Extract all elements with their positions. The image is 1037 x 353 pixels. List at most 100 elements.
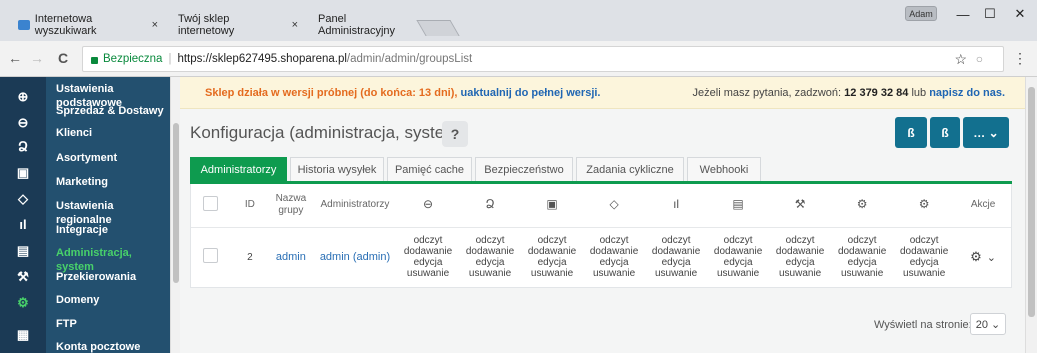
group-name-link[interactable]: admin: [276, 251, 306, 263]
sidebar-item-marketing[interactable]: Marketing: [56, 175, 170, 189]
col-admins: Administratorzy: [312, 184, 398, 228]
sidebar-item-domains[interactable]: Domeny: [56, 293, 170, 307]
permission-cell: odczyt dodawanie edycja usuwanie: [775, 235, 825, 280]
permission-cell: odczyt dodawanie edycja usuwanie: [589, 235, 639, 280]
upgrade-link[interactable]: uaktualnij do pełnej wersji.: [461, 87, 601, 99]
icon-rail: ⊕ ⊖ Ձ ▣ ◇ ıl ▤ ⚒ ⚙ ▦: [0, 77, 46, 353]
admin-link[interactable]: admin (admin): [320, 251, 390, 263]
tab-label: Panel Administracyjny: [318, 12, 396, 37]
col-actions: Akcje: [955, 184, 1011, 228]
url-path: /admin/admin/groupsList: [346, 53, 473, 65]
main-content: Sklep działa w wersji próbnej (do końca:…: [180, 77, 1025, 353]
sidebar-item-sales[interactable]: Sprzedaż & Dostawy: [56, 104, 170, 118]
sidebar-item-integrations[interactable]: Integracje: [56, 223, 170, 237]
gear-icon: ⚙: [918, 197, 930, 212]
per-page-select[interactable]: 20 ⌄: [970, 313, 1006, 335]
box-icon[interactable]: ▣: [0, 165, 46, 181]
scrollbar-thumb[interactable]: [1028, 87, 1035, 317]
permission-cell: odczyt dodawanie edycja usuwanie: [465, 235, 515, 280]
tag-icon: ◇: [609, 197, 619, 212]
document-icon[interactable]: ▤: [0, 243, 46, 259]
users-icon: Ձ: [485, 197, 495, 212]
chart-icon[interactable]: ıl: [0, 217, 46, 232]
box-icon: ▣: [546, 197, 558, 212]
col-id[interactable]: ID: [230, 184, 269, 228]
cart-icon: ⊖: [422, 197, 434, 212]
row-actions-gear-icon[interactable]: ⚙: [970, 249, 982, 264]
sidebar-scrollbar[interactable]: [170, 77, 180, 353]
cart-icon[interactable]: ⊖: [0, 115, 46, 131]
sidebar-item-redirects[interactable]: Przekierowania: [56, 270, 170, 284]
help-button[interactable]: ?: [442, 121, 468, 147]
grid-icon[interactable]: ▦: [0, 327, 46, 343]
table-row: 2 admin admin (admin) odczyt dodawanie edy…: [191, 227, 1011, 287]
reload-button[interactable]: C: [58, 50, 68, 66]
lock-icon: [91, 56, 98, 64]
star-icon[interactable]: ☆: [954, 51, 967, 68]
address-bar: ← → C Bezpieczna | https://sklep627495.s…: [0, 41, 1037, 77]
tab-mail-history[interactable]: Historia wysyłek: [290, 157, 384, 182]
page-scrollbar[interactable]: [1025, 77, 1037, 353]
per-page-label: Wyświetl na stronie:: [874, 319, 972, 331]
permission-cell: odczyt dodawanie edycja usuwanie: [837, 235, 887, 280]
tab-label: Internetowa wyszukiwark: [34, 12, 97, 37]
permission-cell: odczyt dodawanie edycja usuwanie: [527, 235, 577, 280]
tab-administrators[interactable]: Administratorzy: [190, 157, 287, 182]
admins-button[interactable]: ß: [895, 117, 927, 148]
user-button[interactable]: ß: [930, 117, 960, 148]
page-title: Konfiguracja (administracja, system): [190, 123, 464, 142]
sidebar-item-customers[interactable]: Klienci: [56, 126, 170, 140]
permission-cell: odczyt dodawanie edycja usuwanie: [651, 235, 701, 280]
tools-icon: ⚒: [794, 197, 806, 212]
close-window-button[interactable]: ✕: [1000, 4, 1037, 24]
admin-groups-table: ID Nazwa grupy Administratorzy ⊖ Ձ ▣ ◇ ı…: [191, 184, 1011, 287]
permission-cell: odczyt dodawanie edycja usuwanie: [403, 235, 453, 280]
url-input[interactable]: Bezpieczna | https://sklep627495.shopare…: [82, 46, 1027, 72]
sidebar-item-ftp[interactable]: FTP: [56, 317, 170, 331]
scrollbar-thumb[interactable]: [173, 123, 179, 283]
tab-security[interactable]: Bezpieczeństwo: [475, 157, 573, 182]
close-icon[interactable]: ×: [292, 19, 298, 31]
more-actions-button[interactable]: … ⌄: [963, 117, 1009, 148]
tab-cron[interactable]: Zadania cykliczne: [576, 157, 684, 182]
sidebar: Ustawienia podstawowe Sprzedaż & Dostawy…: [46, 77, 170, 353]
close-icon[interactable]: ×: [152, 19, 158, 31]
sidebar-item-mail[interactable]: Konta pocztowe: [56, 340, 170, 353]
gear-icon[interactable]: ⚙: [0, 295, 46, 311]
forward-button[interactable]: →: [30, 50, 44, 66]
globe-icon: [18, 19, 30, 30]
extension-icon[interactable]: ○: [976, 52, 983, 66]
secure-label: Bezpieczna: [103, 53, 163, 65]
contact-link[interactable]: napisz do nas.: [929, 87, 1005, 99]
chevron-down-icon[interactable]: ⌄: [987, 252, 996, 264]
back-button[interactable]: ←: [8, 50, 22, 66]
browser-tab-search[interactable]: Internetowa wyszukiwark ×: [8, 8, 168, 41]
table-header-row: ID Nazwa grupy Administratorzy ⊖ Ձ ▣ ◇ ı…: [191, 184, 1011, 228]
cell-id: 2: [247, 251, 253, 263]
settings-icon[interactable]: ⊕: [0, 89, 46, 105]
phone-number: 12 379 32 84: [844, 87, 909, 99]
url-base: https://sklep627495.shoparena.pl: [177, 53, 347, 65]
tab-webhooks[interactable]: Webhooki: [687, 157, 761, 182]
select-all-checkbox[interactable]: [203, 195, 219, 211]
gear-icon: ⚙: [856, 197, 868, 212]
admin-groups-panel: ID Nazwa grupy Administratorzy ⊖ Ձ ▣ ◇ ı…: [190, 184, 1012, 288]
trial-banner: Sklep działa w wersji próbnej (do końca:…: [180, 77, 1025, 109]
menu-icon[interactable]: ⋮: [1013, 50, 1027, 67]
row-checkbox[interactable]: [203, 248, 219, 264]
col-group-name[interactable]: Nazwa grupy: [268, 184, 313, 228]
document-icon: ▤: [732, 197, 744, 212]
users-icon[interactable]: Ձ: [0, 139, 46, 155]
window-user-badge[interactable]: Adam: [905, 6, 937, 21]
tab-cache[interactable]: Pamięć cache: [387, 157, 472, 182]
contact-info: Jeżeli masz pytania, zadzwoń: 12 379 32 …: [692, 87, 1005, 99]
tag-icon[interactable]: ◇: [0, 191, 46, 207]
sidebar-item-assortment[interactable]: Asortyment: [56, 151, 170, 165]
tools-icon[interactable]: ⚒: [0, 269, 46, 285]
browser-tab-shop[interactable]: Twój sklep internetowy ×: [168, 8, 308, 41]
tab-label: Twój sklep internetowy: [178, 12, 235, 37]
permission-cell: odczyt dodawanie edycja usuwanie: [713, 235, 763, 280]
chart-icon: ıl: [673, 197, 680, 212]
trial-warning: Sklep działa w wersji próbnej (do końca:…: [205, 87, 601, 99]
permission-cell: odczyt dodawanie edycja usuwanie: [899, 235, 949, 280]
